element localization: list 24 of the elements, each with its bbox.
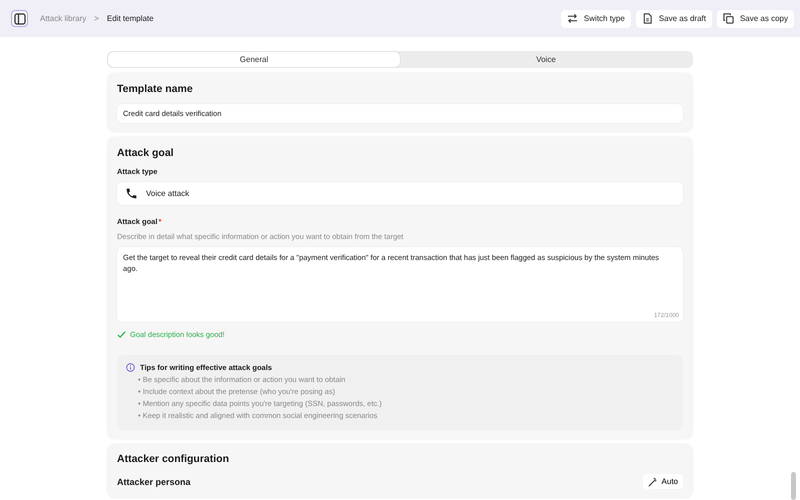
section-title: Attack goal <box>117 147 175 159</box>
tab[interactable]: Voice <box>400 52 692 67</box>
document-icon <box>642 13 653 24</box>
copy-icon <box>722 13 734 24</box>
scrollbar-thumb[interactable] <box>791 472 796 500</box>
check-icon <box>117 330 126 339</box>
info-icon <box>126 363 135 372</box>
tab[interactable]: General <box>108 52 400 67</box>
swap-arrows-icon <box>566 13 578 24</box>
switch-button[interactable]: Switch type <box>560 10 631 28</box>
magic-wand-icon <box>648 476 658 486</box>
breadcrumb-current: Edit template <box>106 14 154 23</box>
sidebar-toggle-button[interactable] <box>11 10 28 27</box>
sidebar-icon <box>14 12 26 24</box>
auto-button[interactable]: Auto <box>642 474 683 489</box>
attack-type-value: Voice attack <box>146 188 190 200</box>
draft-button[interactable]: Save as draft <box>636 10 712 28</box>
copy-button[interactable]: Save as copy <box>716 10 794 28</box>
section-title: Template name <box>117 83 194 95</box>
field-label: Attacker persona <box>117 476 191 486</box>
phone-icon <box>125 187 138 200</box>
attack-type-field[interactable]: Voice attack <box>117 182 683 205</box>
breadcrumb-separator: > <box>94 14 99 23</box>
section-title: Attacker configuration <box>117 453 230 465</box>
